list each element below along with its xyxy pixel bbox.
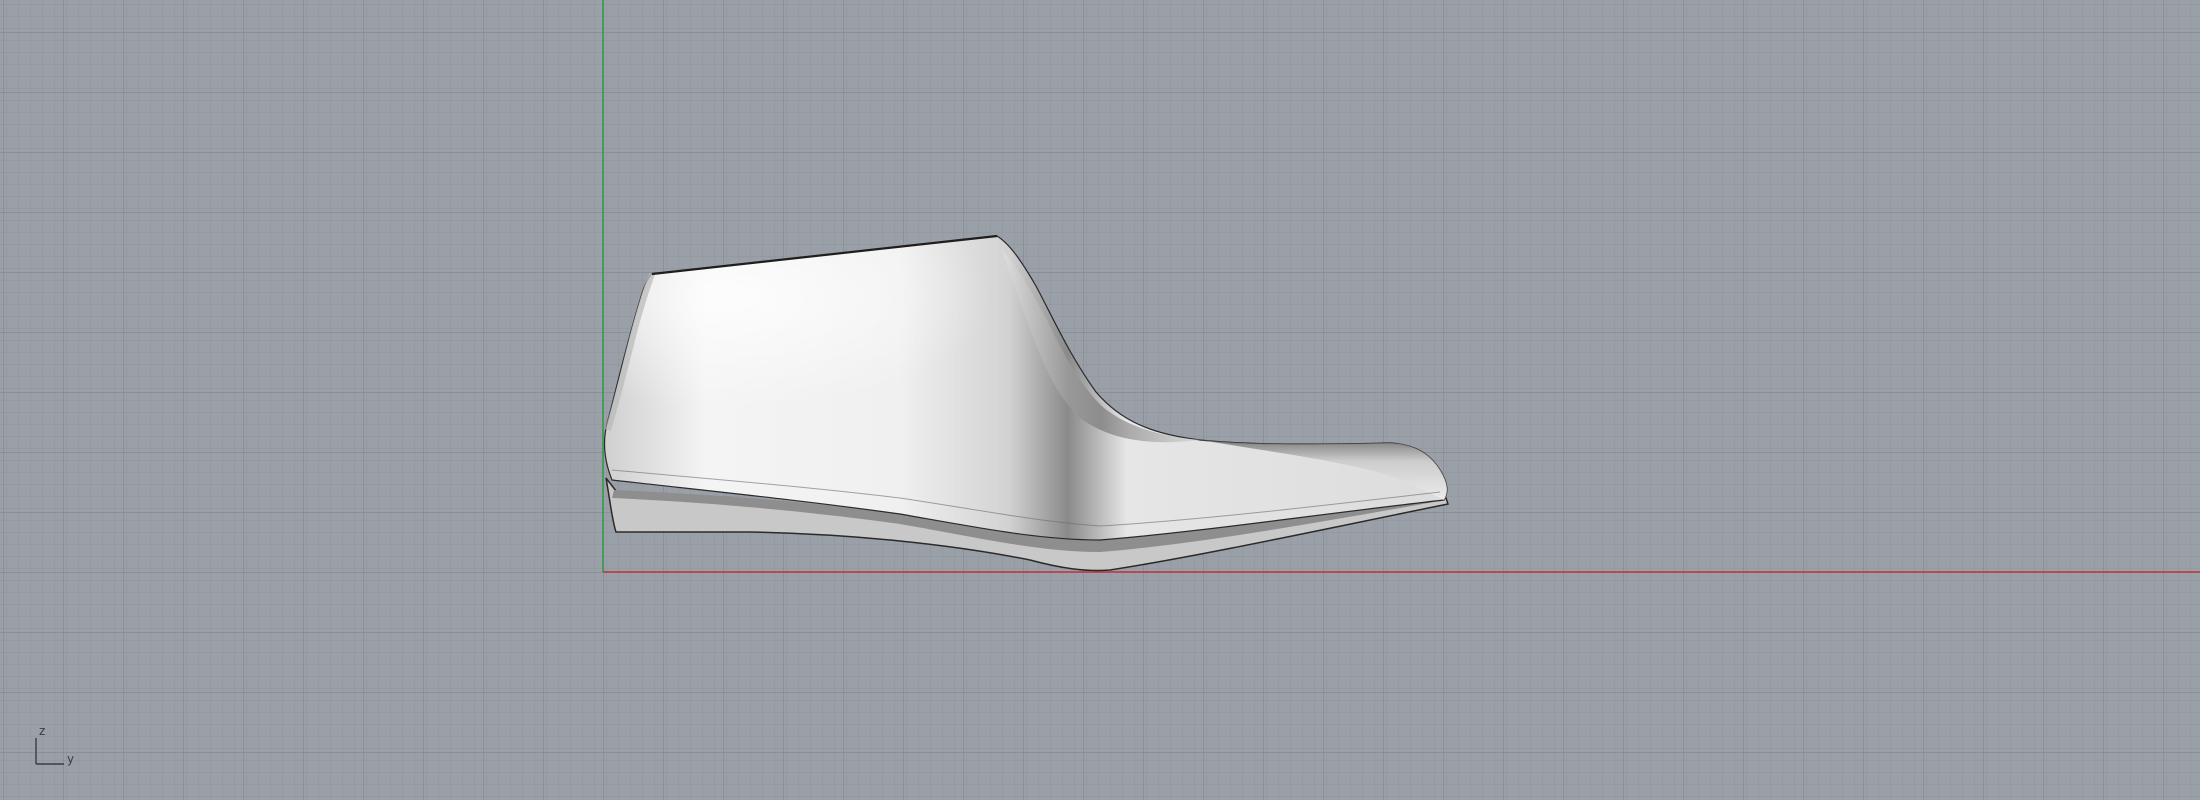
viewport-svg[interactable] <box>0 0 2200 800</box>
axis-label-horizontal: y <box>67 752 75 766</box>
viewport-canvas[interactable]: z y <box>0 0 2200 800</box>
axis-label-vertical: z <box>39 724 46 738</box>
